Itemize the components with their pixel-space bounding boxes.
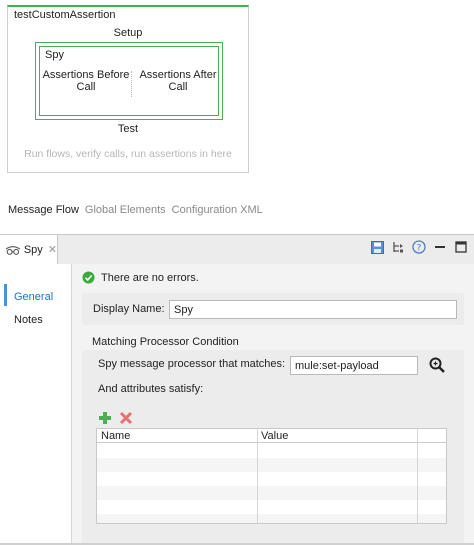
properties-body: General Notes There are no errors. Displ…	[0, 264, 474, 545]
spy-scope-title: Spy	[45, 49, 64, 61]
spy-icon	[5, 245, 21, 255]
matcher-input[interactable]	[290, 356, 418, 375]
spy-scope[interactable]: Spy Assertions Before Call Assertions Af…	[35, 42, 223, 120]
display-name-group: Display Name:	[82, 293, 464, 325]
tree-icon[interactable]	[391, 240, 405, 254]
status-message: There are no errors.	[101, 271, 199, 284]
assertions-before-call[interactable]: Assertions Before Call	[40, 69, 132, 93]
table-row[interactable]	[97, 514, 446, 523]
column-divider	[257, 429, 258, 523]
test-flow-container[interactable]: testCustomAssertion Setup Spy Assertions…	[7, 5, 249, 173]
table-row[interactable]	[97, 486, 446, 500]
matcher-label: Spy message processor that matches:	[98, 358, 286, 370]
tab-global-elements[interactable]: Global Elements	[85, 204, 166, 216]
sidebar-selection-marker	[4, 284, 7, 306]
view-tab-spy[interactable]: Spy ✕	[0, 235, 58, 264]
matching-condition-group: Spy message processor that matches: And …	[82, 350, 464, 545]
sidebar-item-general[interactable]: General	[14, 291, 53, 303]
properties-view: Spy ✕ ? General Notes There are no error…	[0, 234, 474, 545]
add-icon[interactable]	[98, 411, 112, 425]
display-name-input[interactable]	[169, 300, 457, 319]
properties-sidebar: General Notes	[0, 264, 72, 545]
help-icon[interactable]: ?	[412, 240, 426, 254]
maximize-icon[interactable]	[454, 240, 468, 254]
save-icon[interactable]	[370, 240, 384, 254]
table-row[interactable]	[97, 458, 446, 472]
assertions-after-call[interactable]: Assertions After Call	[132, 69, 224, 93]
test-drop-hint[interactable]: Run flows, verify calls, run assertions …	[8, 148, 248, 160]
close-icon[interactable]: ✕	[48, 243, 57, 256]
section-title-matching: Matching Processor Condition	[92, 336, 239, 348]
column-header-value[interactable]: Value	[261, 430, 288, 442]
display-name-label: Display Name:	[93, 303, 165, 315]
tab-configuration-xml[interactable]: Configuration XML	[172, 204, 263, 216]
check-circle-icon	[82, 271, 95, 284]
table-header: Name Value	[97, 429, 446, 443]
svg-text:?: ?	[417, 244, 422, 254]
search-icon[interactable]	[428, 356, 446, 374]
view-toolbar: ?	[370, 240, 468, 254]
column-header-name[interactable]: Name	[101, 430, 130, 442]
sidebar-item-notes[interactable]: Notes	[14, 314, 43, 326]
attributes-label: And attributes satisfy:	[98, 383, 204, 395]
column-divider	[417, 429, 418, 523]
minimize-icon[interactable]	[433, 240, 447, 254]
setup-label: Setup	[113, 27, 143, 39]
test-name: testCustomAssertion	[14, 9, 116, 21]
remove-icon[interactable]	[119, 411, 133, 425]
status-row: There are no errors.	[82, 271, 199, 284]
general-content: There are no errors. Display Name: Match…	[72, 264, 474, 545]
tab-message-flow[interactable]: Message Flow	[8, 204, 79, 216]
editor-tabs: Message Flow Global Elements Configurati…	[8, 204, 263, 216]
view-tab-label: Spy	[23, 243, 43, 256]
attributes-table: Name Value	[96, 428, 447, 524]
spy-scope-inner: Spy Assertions Before Call Assertions Af…	[39, 46, 219, 116]
test-section-label: Test	[117, 123, 139, 135]
